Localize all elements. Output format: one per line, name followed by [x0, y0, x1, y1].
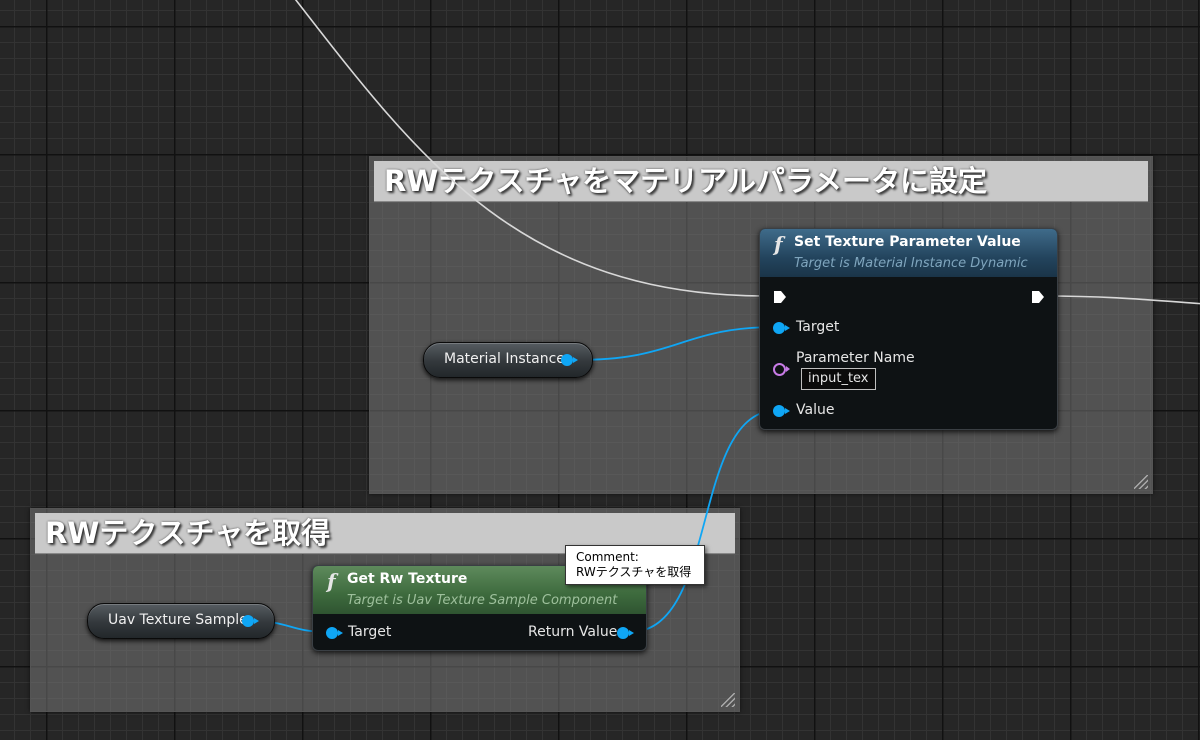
function-icon: f — [774, 232, 783, 256]
parameter-name-input[interactable]: input_tex — [801, 368, 876, 390]
output-pin-icon[interactable] — [561, 354, 578, 366]
target-pin-label: Target — [796, 319, 840, 335]
comment-title: RWテクスチャをマテリアルパラメータに設定 — [384, 164, 987, 198]
node-subtitle: Target is Uav Texture Sample Component — [347, 593, 618, 608]
set-texture-parameter-value-node[interactable]: f Set Texture Parameter Value Target is … — [759, 228, 1058, 430]
node-title: Get Rw Texture — [347, 571, 468, 587]
resize-grip-icon[interactable] — [1134, 475, 1148, 489]
node-header[interactable]: f Set Texture Parameter Value Target is … — [760, 229, 1057, 277]
comment-header[interactable]: RWテクスチャをマテリアルパラメータに設定 — [374, 161, 1148, 202]
target-pin-icon[interactable] — [773, 322, 790, 334]
variable-label: Material Instance — [444, 351, 565, 367]
resize-grip-icon[interactable] — [721, 693, 735, 707]
return-value-pin-label: Return Value — [528, 624, 618, 640]
tooltip-text: RWテクスチャを取得 — [576, 565, 692, 579]
exec-out-pin-icon[interactable] — [1031, 290, 1045, 304]
uav-texture-sample-variable-node[interactable]: Uav Texture Sample — [87, 603, 275, 639]
node-title: Set Texture Parameter Value — [794, 234, 1021, 250]
parameter-name-pin-icon[interactable] — [773, 363, 790, 376]
blueprint-graph-canvas[interactable]: RWテクスチャをマテリアルパラメータに設定 RWテクスチャを取得 f Set T… — [0, 0, 1200, 740]
variable-label: Uav Texture Sample — [108, 612, 248, 628]
node-subtitle: Target is Material Instance Dynamic — [794, 256, 1028, 271]
target-pin-label: Target — [348, 624, 392, 640]
value-pin-label: Value — [796, 402, 835, 418]
value-pin-icon[interactable] — [773, 405, 790, 417]
target-pin-icon[interactable] — [326, 627, 343, 639]
comment-title: RWテクスチャを取得 — [45, 516, 331, 550]
output-pin-icon[interactable] — [242, 615, 259, 627]
parameter-name-label: Parameter Name — [796, 350, 915, 366]
comment-tooltip: Comment: RWテクスチャを取得 — [565, 545, 705, 585]
return-value-pin-icon[interactable] — [617, 627, 634, 639]
exec-in-pin-icon[interactable] — [773, 290, 787, 304]
material-instance-variable-node[interactable]: Material Instance — [423, 342, 593, 378]
tooltip-heading: Comment: — [576, 550, 639, 564]
function-icon: f — [327, 569, 336, 593]
